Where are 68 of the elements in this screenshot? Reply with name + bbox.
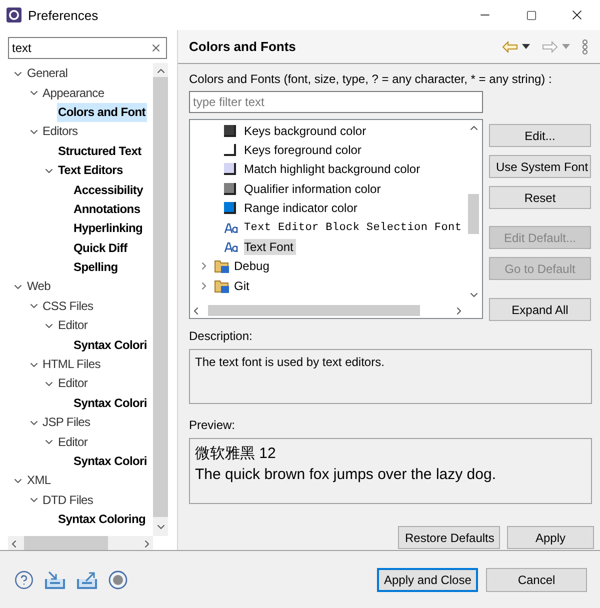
font-icon <box>224 222 240 234</box>
tree-item[interactable]: Text Editors <box>57 161 124 180</box>
tree-item[interactable]: Annotations <box>72 200 142 219</box>
preview-text: The quick brown fox jumps over the lazy dog. <box>195 465 497 485</box>
cancel-button[interactable]: Cancel <box>486 568 587 592</box>
scroll-thumb[interactable] <box>468 194 479 234</box>
record-icon[interactable] <box>108 570 128 590</box>
filter-field[interactable]: type filter text <box>189 91 483 113</box>
maximize-icon[interactable] <box>526 10 536 20</box>
tree-item[interactable]: HTML Files <box>42 355 102 374</box>
side-button[interactable]: Use System Font <box>489 155 591 178</box>
tree-item[interactable]: JSP Files <box>42 413 92 432</box>
list-item[interactable]: Qualifier information color <box>244 180 384 197</box>
app-icon <box>6 7 22 23</box>
list-item[interactable]: Text Editor Block Selection Font <box>244 220 465 235</box>
scrollbar[interactable] <box>153 63 168 536</box>
tree-item[interactable]: Syntax Colori <box>72 452 148 471</box>
tree-item[interactable]: Editors <box>42 122 79 142</box>
horizontal-scrollbar[interactable] <box>8 536 153 551</box>
tree-item[interactable]: Web <box>26 277 52 296</box>
filter-label: Colors and Fonts (font, size, type, ? = any character, * = any string) : <box>189 71 553 87</box>
tree-item[interactable]: Quick Diff <box>72 238 128 258</box>
export-icon[interactable] <box>76 570 98 590</box>
tree-item[interactable]: General <box>26 64 69 84</box>
side-button[interactable]: Edit... <box>489 124 591 147</box>
tree-item[interactable]: Structured Text <box>57 142 142 161</box>
list-item[interactable]: Match highlight background color <box>244 161 424 178</box>
preview-text: 微软雅黑 12 <box>195 444 277 464</box>
tree-item[interactable]: CSS Files <box>42 296 94 316</box>
description-label: Description: <box>189 328 254 344</box>
list-item[interactable]: Text Font <box>244 239 296 256</box>
import-icon[interactable] <box>44 570 66 590</box>
list-item[interactable]: Git <box>234 278 252 294</box>
page-title: Colors and Fonts <box>189 39 297 54</box>
scroll-thumb[interactable] <box>208 305 420 316</box>
preview-label: Preview: <box>189 417 236 433</box>
help-icon[interactable] <box>14 570 34 590</box>
list-item[interactable]: Range indicator color <box>244 200 360 216</box>
tree-item[interactable]: Spelling <box>72 258 119 278</box>
clear-icon[interactable] <box>150 42 162 54</box>
tree-item[interactable]: Syntax Colori <box>72 336 148 355</box>
tree-item[interactable]: Editor <box>57 316 89 336</box>
apply-button[interactable]: Apply <box>507 526 594 549</box>
tree-item[interactable]: Syntax Colori <box>72 394 148 413</box>
window-title: Preferences <box>28 8 100 22</box>
tree-item[interactable]: DTD Files <box>42 490 94 510</box>
tree-item[interactable]: Appearance <box>42 84 106 103</box>
tree-item[interactable]: Editor <box>57 374 89 394</box>
list-item[interactable]: Keys background color <box>244 122 370 139</box>
tree-item[interactable]: Syntax Coloring <box>57 510 147 530</box>
search-field[interactable]: text <box>8 37 167 59</box>
list-item[interactable]: Debug <box>234 258 272 274</box>
font-icon <box>224 241 240 254</box>
tree-item[interactable]: Editor <box>57 432 89 452</box>
tree-item[interactable]: Colors and Font <box>57 102 146 122</box>
folder-icon <box>214 259 230 274</box>
tree-item[interactable]: XML <box>26 471 52 490</box>
side-button[interactable]: Expand All <box>489 298 591 321</box>
restore-defaults-button[interactable]: Restore Defaults <box>398 526 500 549</box>
apply-and-close-button[interactable]: Apply and Close <box>377 568 478 592</box>
side-button[interactable]: Reset <box>489 186 591 209</box>
tree-item[interactable]: Hyperlinking <box>72 219 144 238</box>
list-item[interactable]: Keys foreground color <box>244 142 364 158</box>
description-text: The text font is used by text editors. <box>195 355 384 369</box>
folder-icon <box>214 278 230 293</box>
dropdown-caret-icon[interactable] <box>522 44 530 49</box>
tree-item[interactable]: Accessibility <box>72 180 144 200</box>
menu-icon[interactable] <box>582 38 588 54</box>
